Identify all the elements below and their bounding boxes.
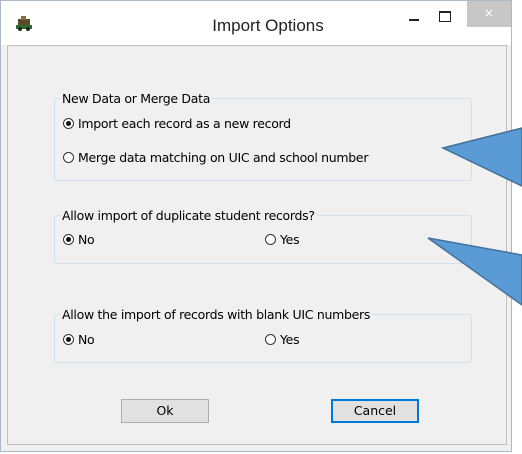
- radio-indicator: [63, 334, 74, 345]
- group-blank-uic-label: Allow the import of records with blank U…: [62, 307, 371, 322]
- radio-label: Import each record as a new record: [78, 116, 291, 131]
- cancel-button[interactable]: Cancel: [331, 399, 419, 423]
- minimize-icon[interactable]: [401, 7, 427, 31]
- group-duplicates: Allow import of duplicate student record…: [54, 208, 472, 264]
- radio-duplicates-no[interactable]: No: [63, 232, 95, 247]
- radio-indicator: [265, 234, 276, 245]
- radio-import-new-record[interactable]: Import each record as a new record: [63, 116, 291, 131]
- group-new-or-merge-label: New Data or Merge Data: [62, 91, 211, 106]
- radio-label: Yes: [280, 232, 300, 247]
- group-duplicates-label: Allow import of duplicate student record…: [62, 208, 315, 223]
- radio-label: No: [78, 332, 95, 347]
- ok-button[interactable]: Ok: [121, 399, 209, 423]
- dialog-body: New Data or Merge Data Import each recor…: [7, 45, 507, 445]
- radio-label: Merge data matching on UIC and school nu…: [78, 150, 369, 165]
- title-bar[interactable]: Import Options ×: [1, 1, 511, 45]
- import-options-window: Import Options × New Data or Merge Data …: [0, 0, 512, 452]
- maximize-icon[interactable]: [431, 7, 459, 31]
- radio-indicator: [265, 334, 276, 345]
- radio-indicator: [63, 152, 74, 163]
- radio-label: No: [78, 232, 95, 247]
- group-new-or-merge: New Data or Merge Data: [54, 91, 472, 181]
- radio-duplicates-yes[interactable]: Yes: [265, 232, 300, 247]
- radio-indicator: [63, 234, 74, 245]
- radio-blank-uic-no[interactable]: No: [63, 332, 95, 347]
- radio-merge-data[interactable]: Merge data matching on UIC and school nu…: [63, 150, 368, 165]
- close-icon[interactable]: ×: [467, 1, 511, 27]
- radio-label: Yes: [280, 332, 300, 347]
- radio-blank-uic-yes[interactable]: Yes: [265, 332, 300, 347]
- group-blank-uic: Allow the import of records with blank U…: [54, 307, 472, 363]
- radio-indicator: [63, 118, 74, 129]
